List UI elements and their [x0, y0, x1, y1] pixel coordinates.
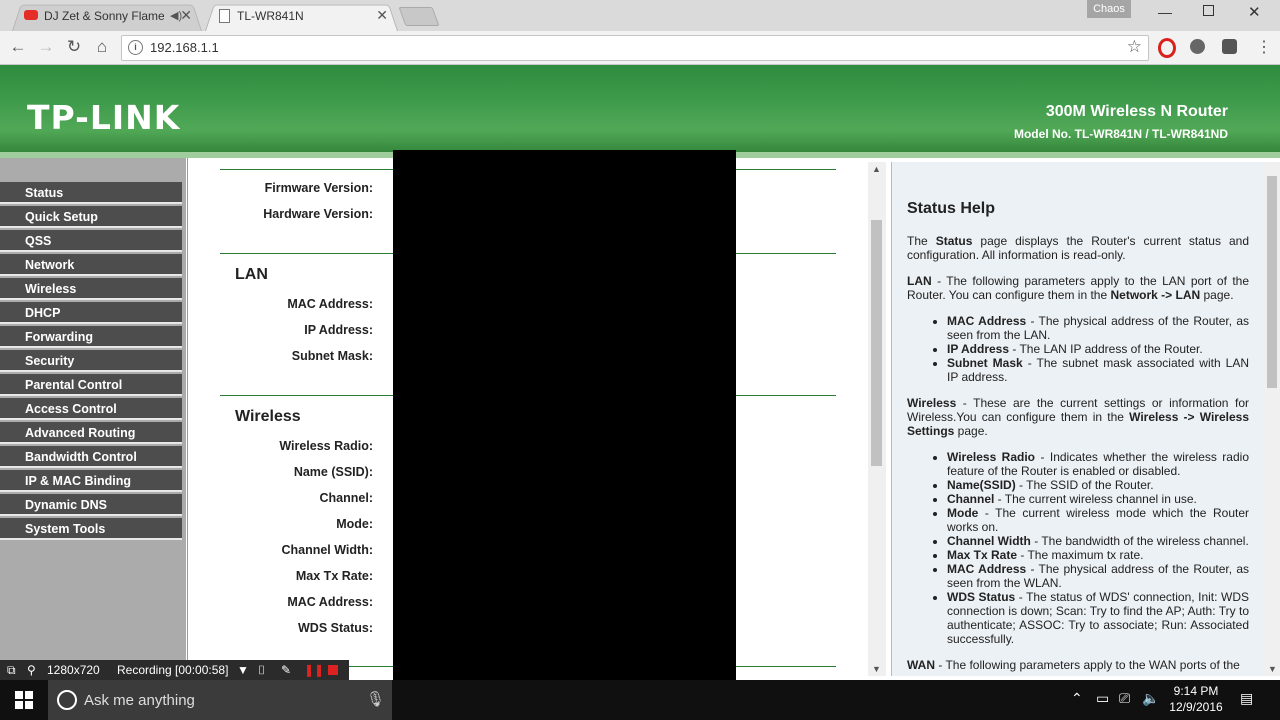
- clock-date: 12/9/2016: [1169, 700, 1223, 714]
- pen-icon[interactable]: ✎: [281, 660, 291, 680]
- volume-icon[interactable]: 🔈: [1142, 690, 1159, 707]
- model-number: Model No. TL-WR841N / TL-WR841ND: [1013, 127, 1228, 141]
- firmware-version-label: Firmware Version:: [264, 181, 373, 195]
- bookmark-star-icon[interactable]: ☆: [1127, 37, 1142, 57]
- help-lan: LAN - The following parameters apply to …: [907, 274, 1249, 302]
- recorder-bar: ⧉ ⚲ 1280x720 Recording [00:00:58] ▼ ⌷ ✎ …: [0, 660, 349, 680]
- tp-link-logo: TP-LINK: [27, 98, 181, 137]
- help-wan: WAN - The following parameters apply to …: [907, 658, 1240, 672]
- hardware-version-label: Hardware Version:: [263, 207, 373, 221]
- home-icon[interactable]: ⌂: [91, 36, 113, 58]
- tab-title: DJ Zet & Sonny Flame: [44, 9, 164, 23]
- close-tab-icon[interactable]: ✕: [180, 7, 192, 24]
- help-title: Status Help: [907, 200, 996, 217]
- channel-width-label: Channel Width:: [281, 543, 373, 557]
- close-tab-icon[interactable]: ✕: [376, 7, 388, 24]
- list-item: Channel - The current wireless channel i…: [947, 492, 1249, 506]
- opera-extension-icon[interactable]: [1158, 38, 1176, 58]
- lan-mac-label: MAC Address:: [287, 297, 373, 311]
- region-icon[interactable]: ⧉: [7, 660, 16, 680]
- clock-time: 9:14 PM: [1173, 684, 1219, 698]
- product-name: 300M Wireless N Router: [1045, 103, 1228, 120]
- list-item: Subnet Mask - The subnet mask associated…: [947, 356, 1249, 384]
- mode-label: Mode:: [336, 517, 373, 531]
- cortana-icon: [57, 690, 77, 710]
- battery-icon[interactable]: ▭: [1096, 690, 1109, 707]
- new-tab-button[interactable]: [398, 7, 440, 26]
- info-icon[interactable]: i: [128, 40, 143, 55]
- pause-icon[interactable]: ❚❚: [304, 660, 324, 680]
- channel-label: Channel:: [319, 491, 373, 505]
- lan-section-title: LAN: [235, 266, 268, 283]
- notifications-icon[interactable]: ▤: [1240, 690, 1253, 707]
- sidebar-item-parental-control[interactable]: Parental Control: [0, 374, 182, 396]
- list-item: Name(SSID) - The SSID of the Router.: [947, 478, 1249, 492]
- windows-start-icon[interactable]: [15, 691, 33, 709]
- url-text[interactable]: 192.168.1.1: [150, 40, 219, 55]
- wds-status-label: WDS Status:: [298, 621, 373, 635]
- dropdown-icon[interactable]: ▼: [237, 660, 249, 680]
- lan-subnet-label: Subnet Mask:: [291, 349, 373, 363]
- forward-icon[interactable]: →: [35, 36, 57, 58]
- back-icon[interactable]: ←: [7, 36, 29, 58]
- help-wireless-list: Wireless Radio - Indicates whether the w…: [907, 450, 1249, 646]
- reload-icon[interactable]: ↻: [63, 36, 85, 58]
- profile-badge[interactable]: Chaos: [1087, 0, 1131, 18]
- microphone-icon[interactable]: 🎙: [366, 690, 385, 708]
- close-window-icon[interactable]: ✕: [1248, 3, 1261, 21]
- sidebar-item-qss[interactable]: QSS: [0, 230, 182, 252]
- page-icon: [219, 9, 230, 23]
- list-item: IP Address - The LAN IP address of the R…: [947, 342, 1249, 356]
- chevron-up-icon[interactable]: ⌃: [1071, 690, 1083, 707]
- sidebar-item-network[interactable]: Network: [0, 254, 182, 276]
- extension-icon[interactable]: [1222, 39, 1237, 54]
- sidebar-menu: Status Quick Setup QSS Network Wireless …: [0, 158, 186, 670]
- list-item: WDS Status - The status of WDS' connecti…: [947, 590, 1249, 646]
- stop-icon[interactable]: [328, 665, 338, 675]
- search-placeholder[interactable]: Ask me anything: [84, 692, 195, 709]
- lan-ip-label: IP Address:: [304, 323, 373, 337]
- help-scrollbar[interactable]: ▼: [1264, 162, 1280, 676]
- minimize-icon[interactable]: —: [1158, 4, 1172, 20]
- help-lan-list: MAC Address - The physical address of th…: [907, 314, 1249, 384]
- list-item: Max Tx Rate - The maximum tx rate.: [947, 548, 1249, 562]
- restore-icon[interactable]: [1203, 5, 1214, 16]
- menu-icon[interactable]: ⋮: [1256, 37, 1272, 57]
- product-info: 300M Wireless N Router Model No. TL-WR84…: [1014, 103, 1228, 141]
- scroll-down-icon[interactable]: ▼: [872, 664, 881, 674]
- list-item: MAC Address - The physical address of th…: [947, 562, 1249, 590]
- clock[interactable]: 9:14 PM 12/9/2016: [1164, 683, 1228, 715]
- help-wireless: Wireless - These are the current setting…: [907, 396, 1249, 438]
- redacted-area: [393, 150, 736, 720]
- ssid-label: Name (SSID):: [293, 465, 373, 479]
- network-icon[interactable]: ⎚: [1119, 690, 1130, 707]
- list-item: Mode - The current wireless mode which t…: [947, 506, 1249, 534]
- scroll-up-icon[interactable]: ▲: [872, 164, 881, 174]
- tab-youtube[interactable]: DJ Zet & Sonny Flame ◀) ✕: [12, 2, 202, 31]
- zoom-icon[interactable]: ⚲: [27, 660, 36, 680]
- scrollbar-thumb[interactable]: [1267, 176, 1277, 388]
- wireless-mac-label: MAC Address:: [287, 595, 373, 609]
- help-panel: Status Help The Status page displays the…: [891, 162, 1265, 676]
- recording-status: Recording [00:00:58]: [117, 663, 229, 677]
- tab-title: TL-WR841N: [237, 9, 304, 23]
- address-bar[interactable]: i 192.168.1.1 ☆: [121, 35, 1149, 61]
- list-item: MAC Address - The physical address of th…: [947, 314, 1249, 342]
- list-item: Channel Width - The bandwidth of the wir…: [947, 534, 1249, 548]
- scrollbar-thumb[interactable]: [871, 220, 882, 466]
- scroll-down-icon[interactable]: ▼: [1268, 664, 1277, 674]
- wireless-radio-label: Wireless Radio:: [279, 439, 373, 453]
- sidebar-item-access-control[interactable]: Access Control: [0, 398, 182, 420]
- resolution-text: 1280x720: [47, 663, 100, 677]
- extension-icon[interactable]: [1190, 39, 1205, 54]
- wireless-section-title: Wireless: [235, 408, 301, 425]
- tab-router[interactable]: TL-WR841N ✕: [205, 2, 398, 31]
- content-scrollbar[interactable]: ▲ ▼: [868, 162, 886, 676]
- youtube-icon: [24, 10, 38, 20]
- help-intro: The Status page displays the Router's cu…: [907, 234, 1249, 262]
- camera-icon[interactable]: ⌷: [258, 660, 265, 680]
- list-item: Wireless Radio - Indicates whether the w…: [947, 450, 1249, 478]
- max-tx-rate-label: Max Tx Rate:: [295, 569, 373, 583]
- cortana-search-box[interactable]: Ask me anything 🎙: [48, 680, 392, 720]
